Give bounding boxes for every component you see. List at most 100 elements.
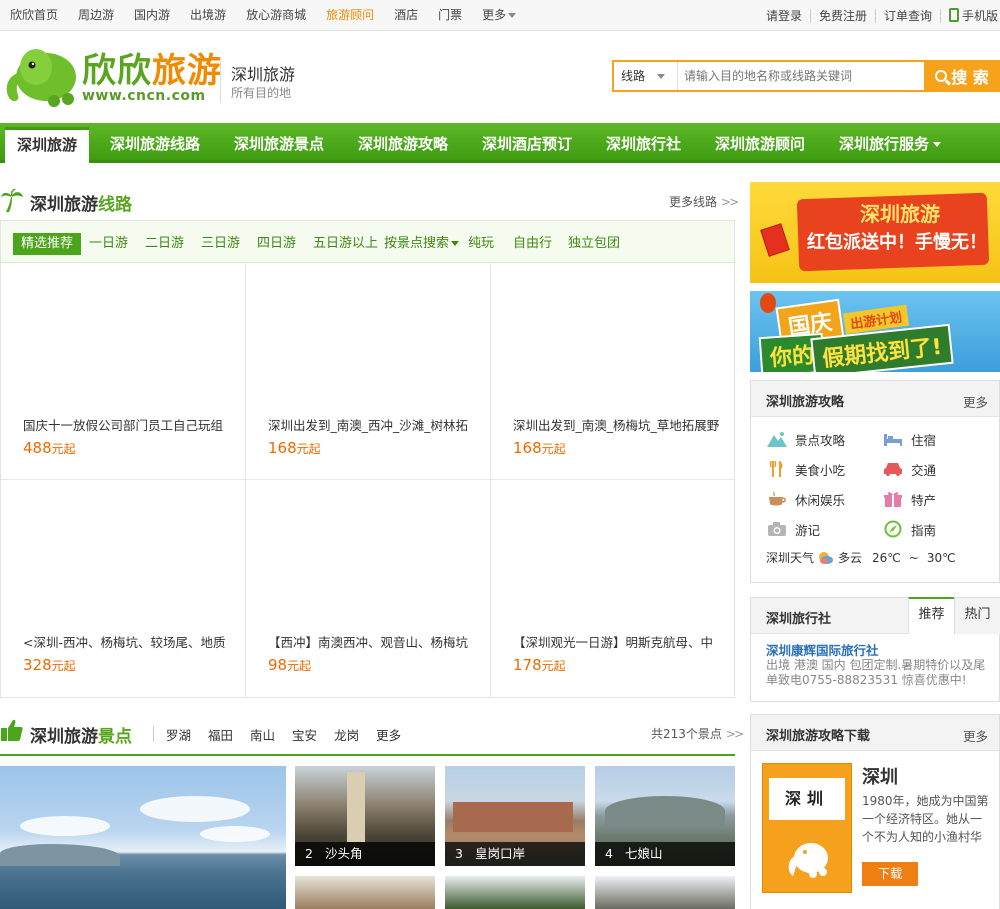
route-image[interactable] — [503, 490, 724, 620]
scenic-photo-card[interactable] — [295, 876, 435, 909]
tab-3day[interactable]: 三日游 — [201, 233, 240, 255]
route-price: 98元起 — [268, 656, 311, 674]
district-more[interactable]: 更多 — [376, 725, 401, 744]
tab-recommend[interactable]: 推荐 — [908, 597, 954, 634]
tab-1day[interactable]: 一日游 — [89, 233, 128, 255]
search-bar: 线路 搜 索 — [612, 60, 1000, 92]
guide-item-leisure[interactable]: 休闲娱乐 — [767, 489, 845, 509]
search-type-select[interactable]: 线路 — [614, 62, 678, 90]
tab-5day-plus[interactable]: 五日游以上 — [313, 233, 378, 255]
login-link[interactable]: 请登录 — [758, 7, 810, 24]
order-query-link[interactable]: 订单查询 — [876, 7, 940, 24]
more-routes-link[interactable]: 更多线路 >> — [669, 193, 739, 210]
chevron-down-icon — [657, 74, 666, 79]
district-futian[interactable]: 福田 — [208, 725, 233, 744]
tab-featured[interactable]: 精选推荐 — [13, 233, 82, 255]
mainnav-hotel[interactable]: 深圳酒店预订 — [482, 127, 572, 163]
district-luohu[interactable]: 罗湖 — [166, 725, 191, 744]
agency-description: 出境 港澳 国内 包团定制.暑期特价以及尾单致电0755-88823531 惊喜… — [766, 658, 986, 687]
guide-item-handbook[interactable]: 指南 — [883, 519, 936, 539]
topnav-domestic[interactable]: 国内游 — [124, 0, 180, 31]
compass-icon — [884, 520, 902, 538]
topnav-more[interactable]: 更多 — [472, 0, 526, 31]
download-book-name[interactable]: 深圳 — [862, 763, 898, 789]
route-title[interactable]: <深圳-西冲、杨梅坑、较场尾、地质 — [23, 632, 233, 651]
route-title[interactable]: 国庆十一放假公司部门员工自己玩组 — [23, 415, 233, 434]
topnav-home[interactable]: 欣欣首页 — [0, 0, 68, 31]
route-card[interactable]: <深圳-西冲、杨梅坑、较场尾、地质 328元起 — [1, 480, 246, 697]
scenic-photo-card[interactable]: 3 皇岗口岸 — [445, 766, 585, 866]
tab-pure-play[interactable]: 纯玩 — [468, 233, 494, 255]
tab-hot[interactable]: 热门 — [954, 597, 1000, 634]
mobile-link-label: 手机版 — [961, 9, 998, 23]
search-button[interactable]: 搜 索 — [924, 60, 1000, 92]
download-more-link[interactable]: 更多 — [963, 726, 988, 745]
district-nanshan[interactable]: 南山 — [250, 725, 275, 744]
mainnav-agency[interactable]: 深圳旅行社 — [606, 127, 681, 163]
featured-scenic-photo[interactable] — [0, 766, 286, 909]
elephant-logo-icon[interactable] — [2, 37, 82, 109]
tab-2day[interactable]: 二日游 — [145, 233, 184, 255]
route-card[interactable]: 【西冲】南澳西冲、观音山、杨梅坑 98元起 — [246, 480, 491, 697]
route-image[interactable] — [258, 273, 479, 403]
search-icon — [935, 70, 948, 82]
tab-free-travel[interactable]: 自由行 — [513, 233, 552, 255]
mainnav-scenic[interactable]: 深圳旅游景点 — [234, 127, 324, 163]
scenic-photo-card[interactable] — [595, 876, 735, 909]
tab-4day[interactable]: 四日游 — [257, 233, 296, 255]
national-day-banner[interactable]: 国庆 出游计划 你的 假期找到了! — [750, 291, 1000, 372]
route-card[interactable]: 深圳出发到_南澳_西冲_沙滩_树林拓 168元起 — [246, 263, 491, 480]
tab-by-scenic[interactable]: 按景点搜索 — [384, 233, 460, 255]
guide-more-link[interactable]: 更多 — [963, 392, 988, 411]
route-image[interactable] — [13, 490, 234, 620]
logo-text-b: 旅游 — [152, 51, 222, 91]
topnav-nearby[interactable]: 周边游 — [68, 0, 124, 31]
route-price: 488元起 — [23, 439, 76, 457]
mainnav-guide[interactable]: 深圳旅游攻略 — [358, 127, 448, 163]
guide-item-travelogue[interactable]: 游记 — [767, 519, 820, 539]
topnav-outbound[interactable]: 出境游 — [180, 0, 236, 31]
route-title[interactable]: 深圳出发到_南澳_西冲_沙滩_树林拓 — [268, 415, 478, 434]
download-button[interactable]: 下载 — [862, 862, 918, 886]
download-header: 深圳旅游攻略下载 更多 — [751, 715, 999, 751]
route-card[interactable]: 深圳出发到_南澳_杨梅坑_草地拓展野 168元起 — [491, 263, 734, 480]
route-image[interactable] — [258, 490, 479, 620]
route-title[interactable]: 【西冲】南澳西冲、观音山、杨梅坑 — [268, 632, 478, 651]
guide-item-specialty[interactable]: 特产 — [883, 489, 936, 509]
tab-private-group[interactable]: 独立包团 — [568, 233, 620, 255]
price-value: 168 — [268, 439, 297, 457]
scenic-photo-card[interactable] — [445, 876, 585, 909]
route-card[interactable]: 【深圳观光一日游】明斯克航母、中 178元起 — [491, 480, 734, 697]
temp-high: 30℃ — [926, 550, 956, 565]
district-longgang[interactable]: 龙岗 — [334, 725, 359, 744]
topnav-mall[interactable]: 放心游商城 — [236, 0, 316, 31]
guide-item-scenic[interactable]: 景点攻略 — [767, 429, 845, 449]
mainnav-services[interactable]: 深圳旅行服务 — [839, 127, 942, 163]
logo-text[interactable]: 欣欣旅游 — [82, 51, 222, 91]
route-title[interactable]: 【深圳观光一日游】明斯克航母、中 — [513, 632, 723, 651]
guide-item-lodging[interactable]: 住宿 — [883, 429, 936, 449]
topnav-tickets[interactable]: 门票 — [428, 0, 472, 31]
red-packet-banner[interactable]: 深圳旅游 红包派送中！手慢无！ — [750, 182, 1000, 283]
scenic-photo-card[interactable]: 2 沙头角 — [295, 766, 435, 866]
agency-name-link[interactable]: 深圳康辉国际旅行社 — [766, 640, 879, 659]
mainnav-routes[interactable]: 深圳旅游线路 — [110, 127, 200, 163]
route-title[interactable]: 深圳出发到_南澳_杨梅坑_草地拓展野 — [513, 415, 723, 434]
guide-item-transport[interactable]: 交通 — [883, 459, 936, 479]
scenic-count-link[interactable]: 共213个景点 >> — [651, 725, 744, 742]
topnav-hotel[interactable]: 酒店 — [384, 0, 428, 31]
district-baoan[interactable]: 宝安 — [292, 725, 317, 744]
mobile-link[interactable]: 手机版 — [941, 7, 1000, 24]
mainnav-home[interactable]: 深圳旅游 — [5, 127, 90, 163]
scenic-photo-card[interactable]: 4 七娘山 — [595, 766, 735, 866]
mainnav-advisor[interactable]: 深圳旅游顾问 — [715, 127, 805, 163]
topnav-advisor[interactable]: 旅游顾问 — [316, 0, 384, 31]
search-input[interactable] — [678, 62, 924, 90]
register-link[interactable]: 免费注册 — [811, 7, 875, 24]
route-image[interactable] — [503, 273, 724, 403]
guide-item-food[interactable]: 美食小吃 — [767, 459, 845, 479]
route-image[interactable] — [13, 273, 234, 403]
route-card[interactable]: 国庆十一放假公司部门员工自己玩组 488元起 — [1, 263, 246, 480]
guide-book-cover[interactable]: 深圳 — [762, 763, 852, 893]
all-destinations-link[interactable]: 所有目的地 — [231, 84, 291, 101]
